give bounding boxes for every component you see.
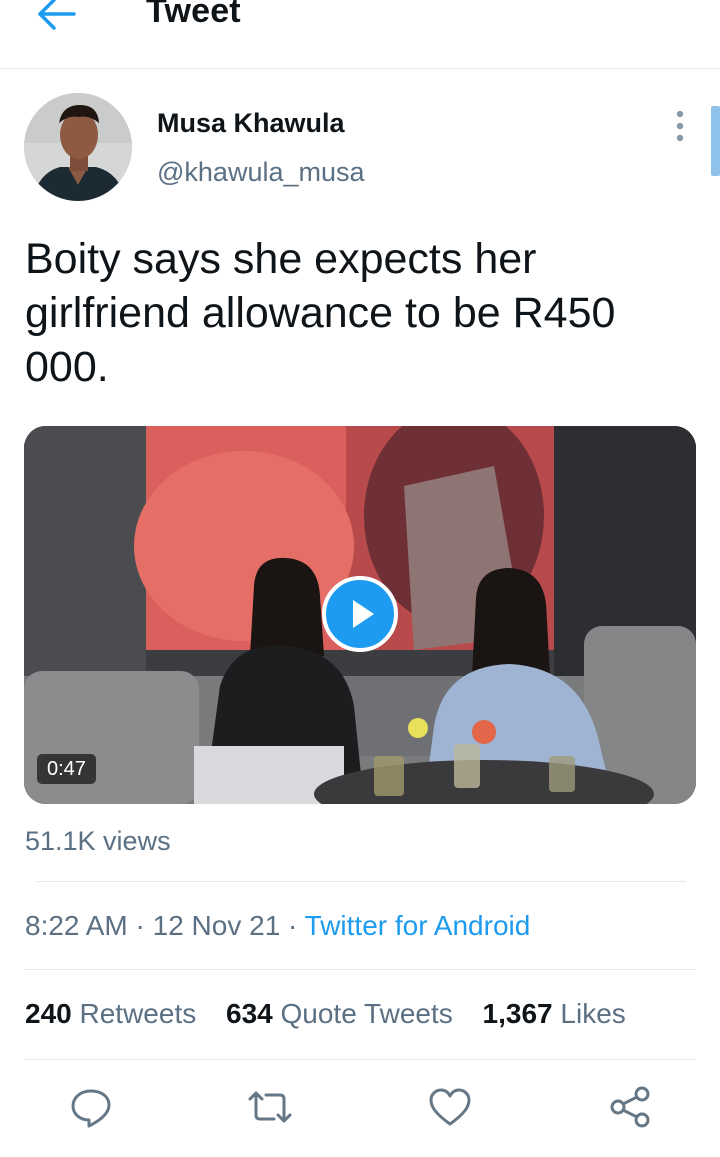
retweets-stat[interactable]: 240 Retweets <box>25 998 196 1030</box>
author-name[interactable]: Musa Khawula <box>157 108 345 139</box>
retweet-button[interactable] <box>246 1083 294 1131</box>
tweet-text: Boity says she expects her girlfriend al… <box>25 235 616 391</box>
more-vertical-icon <box>676 110 684 142</box>
retweets-count: 240 <box>25 998 72 1029</box>
share-button[interactable] <box>606 1083 654 1131</box>
avatar[interactable] <box>24 93 132 201</box>
top-bar: Tweet <box>0 0 720 69</box>
meta-separator: · <box>288 910 298 941</box>
tweet-date: 12 Nov 21 <box>152 910 281 941</box>
retweet-icon <box>248 1091 292 1123</box>
likes-stat[interactable]: 1,367 Likes <box>483 998 626 1030</box>
reply-button[interactable] <box>67 1083 115 1131</box>
page-title: Tweet <box>146 0 241 30</box>
like-icon <box>429 1088 471 1126</box>
meta-separator: · <box>135 910 145 941</box>
like-button[interactable] <box>426 1083 474 1131</box>
scrollbar-thumb[interactable] <box>711 106 720 176</box>
video-player[interactable]: 0:47 <box>24 426 696 804</box>
tweet-time: 8:22 AM <box>25 910 128 941</box>
arrow-left-icon <box>38 0 76 30</box>
divider <box>24 969 696 970</box>
quote-tweets-count: 634 <box>226 998 273 1029</box>
likes-count: 1,367 <box>482 998 553 1029</box>
quote-tweets-stat[interactable]: 634 Quote Tweets <box>226 998 453 1030</box>
likes-label: Likes <box>560 998 626 1029</box>
back-button[interactable] <box>34 0 78 34</box>
tweet-stats: 240 Retweets 634 Quote Tweets 1,367 Like… <box>25 998 626 1030</box>
divider <box>24 1059 696 1060</box>
reply-icon <box>71 1089 111 1128</box>
retweets-label: Retweets <box>79 998 197 1029</box>
tweet-meta: 8:22 AM · 12 Nov 21 · Twitter for Androi… <box>25 910 530 942</box>
views-count: 51.1K views <box>25 826 171 856</box>
divider <box>36 881 686 882</box>
share-icon <box>610 1086 650 1128</box>
avatar-photo <box>24 93 132 201</box>
video-duration-badge: 0:47 <box>37 754 96 784</box>
more-options-button[interactable] <box>664 106 696 146</box>
tweet-source-link[interactable]: Twitter for Android <box>305 910 531 941</box>
quote-tweets-label: Quote Tweets <box>280 998 453 1029</box>
author-handle[interactable]: @khawula_musa <box>157 157 365 188</box>
play-button[interactable] <box>322 576 398 652</box>
play-icon <box>353 600 374 628</box>
